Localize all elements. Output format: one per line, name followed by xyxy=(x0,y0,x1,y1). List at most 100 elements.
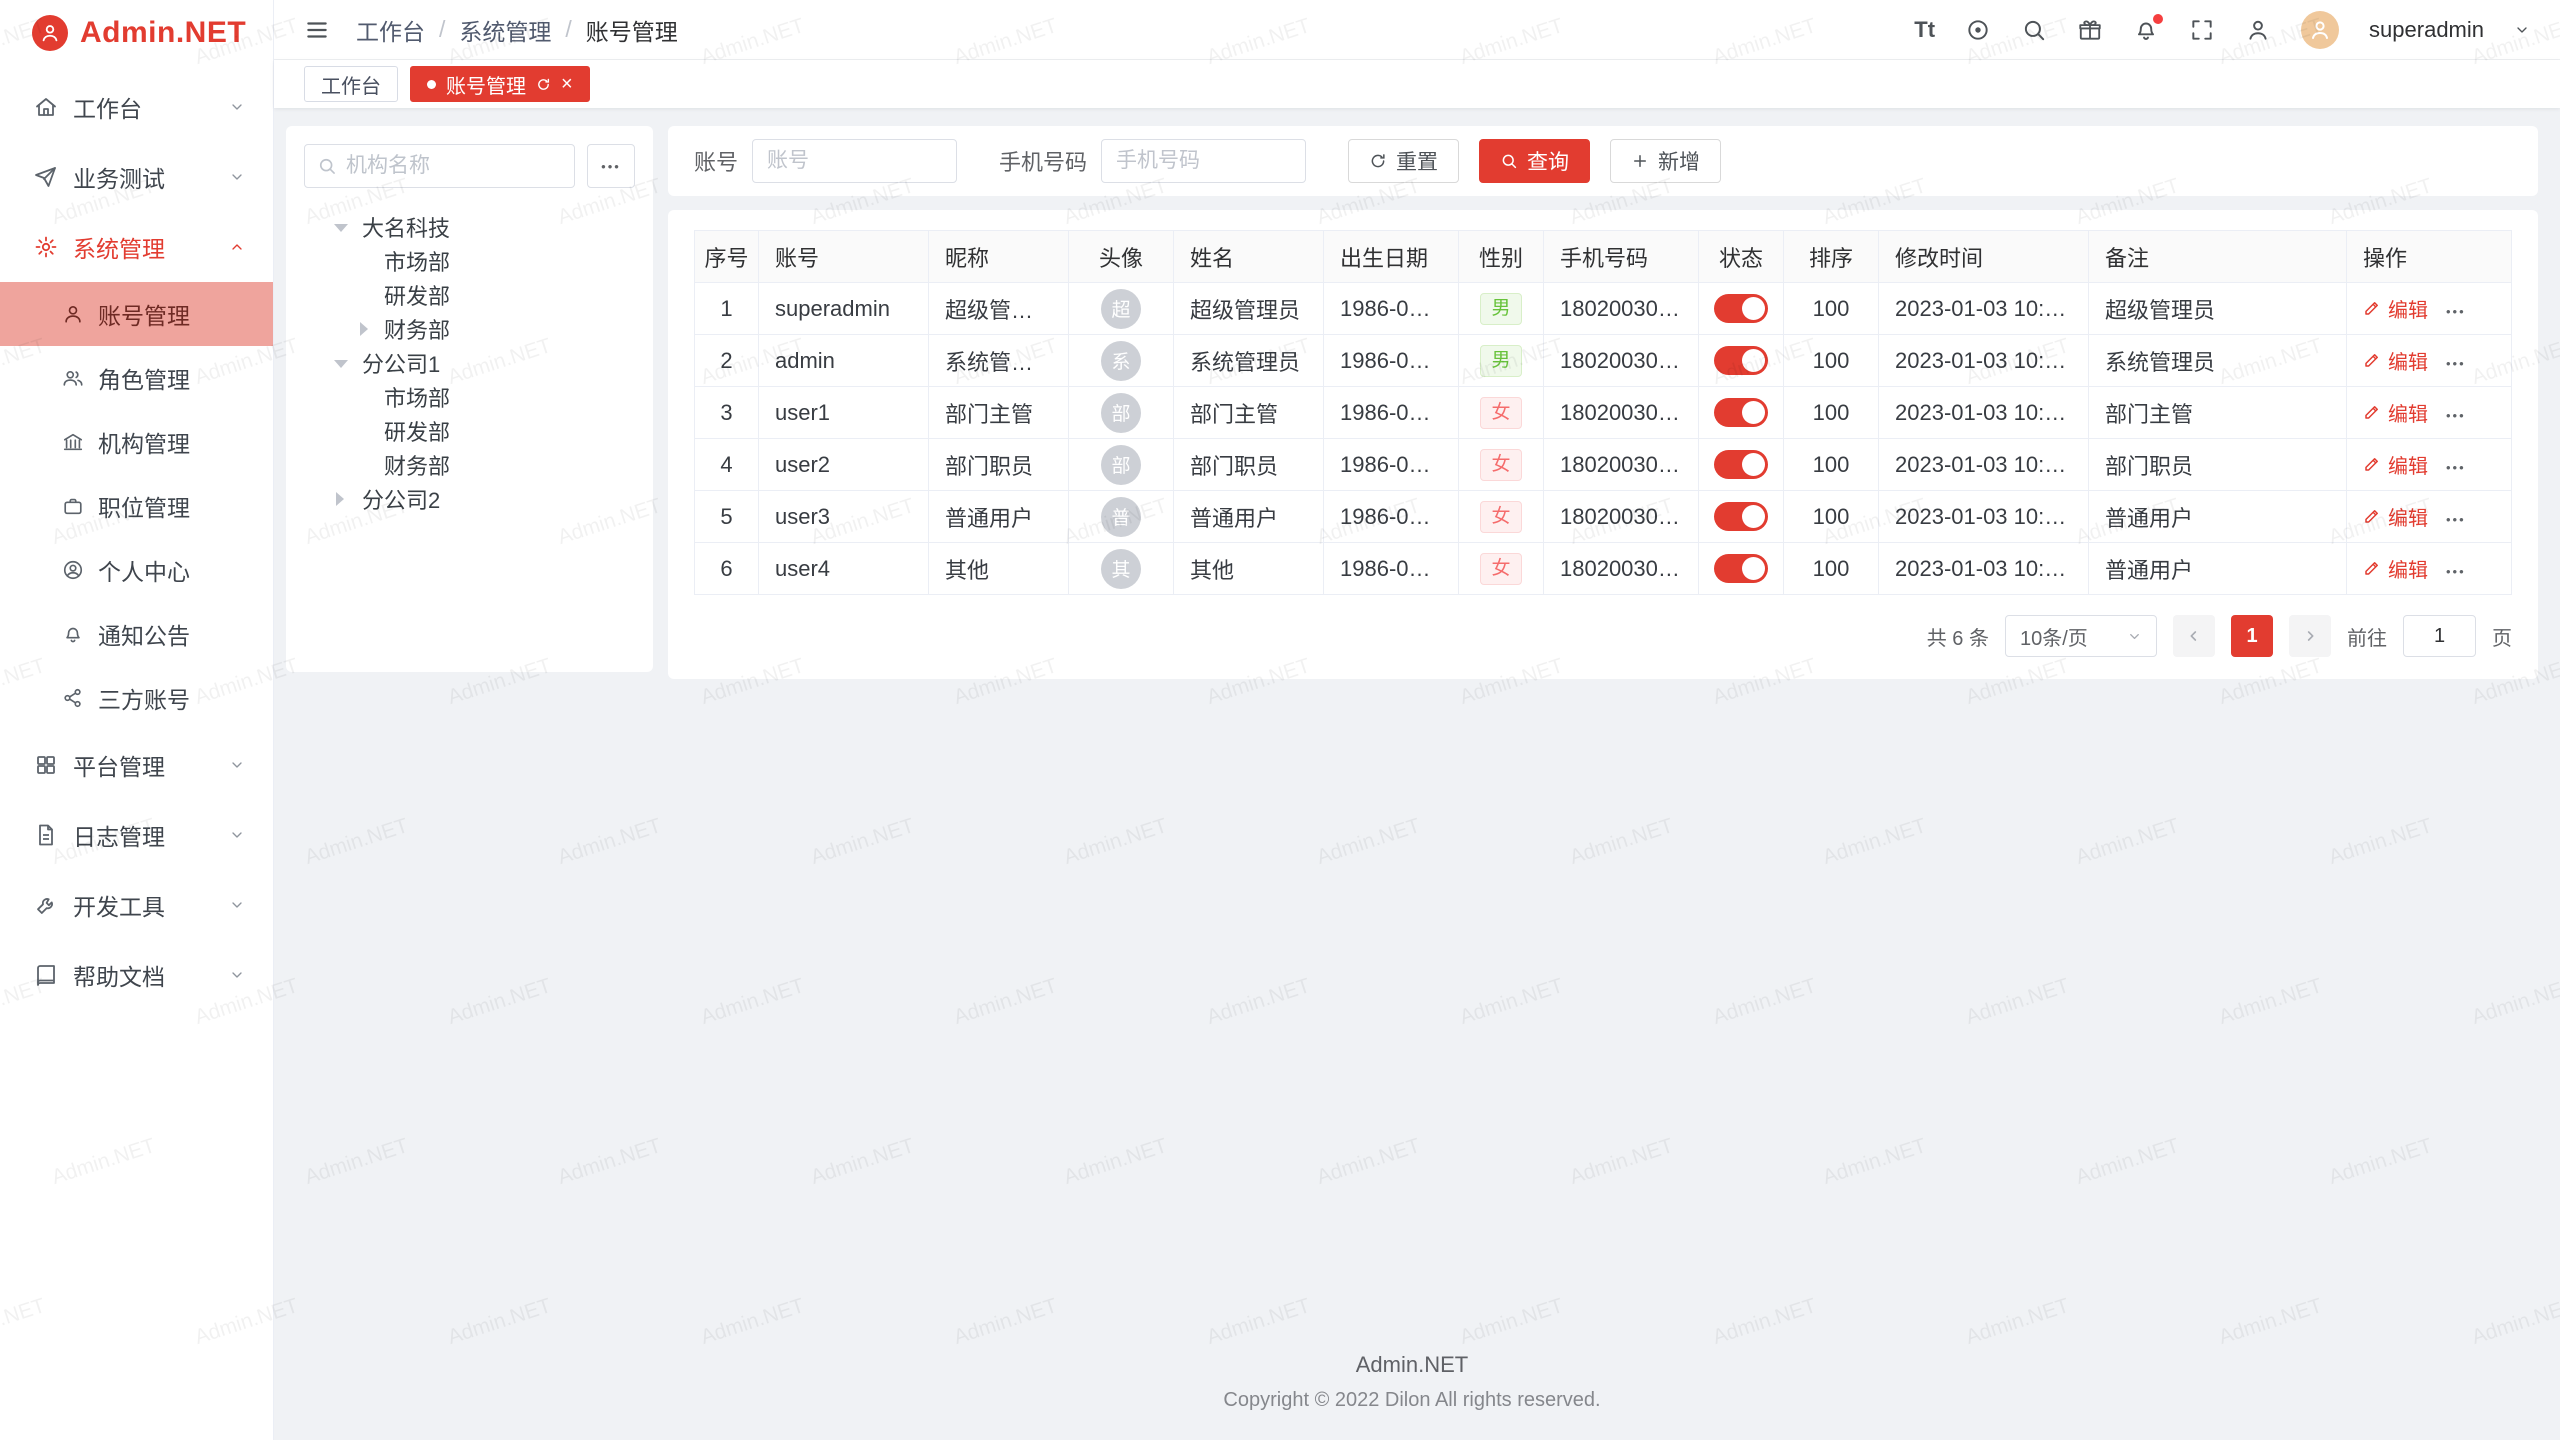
caret-right-icon[interactable] xyxy=(336,492,344,506)
sidebar-item-business-test[interactable]: 业务测试 xyxy=(0,142,273,212)
page-size-value: 10条/页 xyxy=(2020,622,2088,651)
locate-icon[interactable] xyxy=(1965,17,1991,43)
user-avatar[interactable] xyxy=(2301,11,2339,49)
table-row: 3user1部门主管部部门主管1986-06-28女18020030720100… xyxy=(695,387,2512,439)
notification-bell-icon[interactable] xyxy=(2133,17,2159,43)
row-more-button[interactable]: ••• xyxy=(2446,304,2466,319)
column-header-index: 序号 xyxy=(695,231,759,283)
edit-button[interactable]: 编辑 xyxy=(2363,294,2428,323)
sidebar-item-system-mgmt[interactable]: 系统管理 xyxy=(0,212,273,282)
column-header-name: 姓名 xyxy=(1174,231,1324,283)
theme-gift-icon[interactable] xyxy=(2077,17,2103,43)
sidebar-item-platform-mgmt[interactable]: 平台管理 xyxy=(0,730,273,800)
caret-down-icon[interactable] xyxy=(334,360,348,368)
sidebar-subitem-third-party-account[interactable]: 三方账号 xyxy=(0,666,273,730)
tree-node[interactable]: 市场部 xyxy=(304,380,635,414)
tree-node[interactable]: 研发部 xyxy=(304,414,635,448)
sidebar-subitem-profile-center[interactable]: 个人中心 xyxy=(0,538,273,602)
tree-node[interactable]: 研发部 xyxy=(304,278,635,312)
row-more-button[interactable]: ••• xyxy=(2446,564,2466,579)
edit-button[interactable]: 编辑 xyxy=(2363,450,2428,479)
row-more-button[interactable]: ••• xyxy=(2446,356,2466,371)
font-size-icon[interactable]: Tt xyxy=(1914,17,1935,43)
user-info-icon[interactable] xyxy=(2245,17,2271,43)
sidebar-item-workbench[interactable]: 工作台 xyxy=(0,72,273,142)
search-button[interactable]: 查询 xyxy=(1479,139,1590,183)
sidebar-subitem-role-mgmt[interactable]: 角色管理 xyxy=(0,346,273,410)
row-more-button[interactable]: ••• xyxy=(2446,408,2466,423)
reset-button[interactable]: 重置 xyxy=(1348,139,1459,183)
sidebar-item-log-mgmt[interactable]: 日志管理 xyxy=(0,800,273,870)
bell-icon xyxy=(62,623,84,645)
page-number-button[interactable]: 1 xyxy=(2231,615,2273,657)
sidebar-item-help-docs[interactable]: 帮助文档 xyxy=(0,940,273,1010)
org-more-button[interactable]: ••• xyxy=(587,144,635,188)
status-toggle[interactable] xyxy=(1714,450,1768,479)
table-row: 4user2部门职员部部门职员1986-06-28女18020030720100… xyxy=(695,439,2512,491)
tree-node-label: 市场部 xyxy=(384,245,450,277)
row-more-button[interactable]: ••• xyxy=(2446,460,2466,475)
edit-button[interactable]: 编辑 xyxy=(2363,398,2428,427)
cell-order: 100 xyxy=(1784,283,1879,335)
sidebar-subitem-org-mgmt[interactable]: 机构管理 xyxy=(0,410,273,474)
status-toggle[interactable] xyxy=(1714,502,1768,531)
caret-right-icon[interactable] xyxy=(360,322,368,336)
breadcrumb-item-workbench[interactable]: 工作台 xyxy=(356,13,425,47)
tree-node[interactable]: 分公司1 xyxy=(304,346,635,380)
breadcrumb-item-system[interactable]: 系统管理 xyxy=(459,13,551,47)
tab-workbench[interactable]: 工作台 xyxy=(304,66,398,102)
edit-button[interactable]: 编辑 xyxy=(2363,554,2428,583)
refresh-icon[interactable] xyxy=(536,77,551,92)
org-search-input[interactable] xyxy=(346,154,562,178)
phone-input[interactable] xyxy=(1101,139,1306,183)
page-size-select[interactable]: 10条/页 xyxy=(2005,615,2157,657)
cell-status xyxy=(1699,439,1784,491)
sidebar-subitem-notice[interactable]: 通知公告 xyxy=(0,602,273,666)
status-toggle[interactable] xyxy=(1714,398,1768,427)
close-icon[interactable]: × xyxy=(561,74,573,94)
sidebar-subitem-label: 通知公告 xyxy=(98,617,190,651)
sidebar-subitem-account-mgmt[interactable]: 账号管理 xyxy=(0,282,273,346)
tab-account-mgmt[interactable]: 账号管理 × xyxy=(410,66,590,102)
goto-page-input[interactable] xyxy=(2403,615,2476,657)
edit-button[interactable]: 编辑 xyxy=(2363,502,2428,531)
add-button[interactable]: 新增 xyxy=(1610,139,1721,183)
tree-node[interactable]: 财务部 xyxy=(304,312,635,346)
sidebar-subitem-label: 三方账号 xyxy=(98,681,190,715)
tree-node[interactable]: 分公司2 xyxy=(304,482,635,516)
topbar: 工作台 / 系统管理 / 账号管理 Tt superadmin xyxy=(274,0,2560,60)
logo[interactable]: Admin.NET xyxy=(0,0,273,66)
username[interactable]: superadmin xyxy=(2369,17,2484,43)
caret-down-icon[interactable] xyxy=(334,224,348,232)
fullscreen-icon[interactable] xyxy=(2189,17,2215,43)
status-toggle[interactable] xyxy=(1714,294,1768,323)
table-header-row: 序号 账号 昵称 头像 姓名 出生日期 性别 手机号码 状态 排序 xyxy=(695,231,2512,283)
edit-button[interactable]: 编辑 xyxy=(2363,346,2428,375)
gender-badge: 女 xyxy=(1480,397,1521,429)
hamburger-menu-icon[interactable] xyxy=(304,17,330,43)
sidebar-subitem-position-mgmt[interactable]: 职位管理 xyxy=(0,474,273,538)
next-page-button[interactable] xyxy=(2289,615,2331,657)
sidebar-subitem-label: 账号管理 xyxy=(98,297,190,331)
cell-nickname: 系统管理员 xyxy=(929,335,1069,387)
cell-avatar: 超 xyxy=(1069,283,1174,335)
sidebar-item-label: 开发工具 xyxy=(73,888,165,922)
phone-label: 手机号码 xyxy=(999,145,1087,177)
cell-index: 4 xyxy=(695,439,759,491)
chevron-down-icon[interactable] xyxy=(2514,22,2530,38)
cell-account: admin xyxy=(759,335,929,387)
search-icon[interactable] xyxy=(2021,17,2047,43)
prev-page-button[interactable] xyxy=(2173,615,2215,657)
row-more-button[interactable]: ••• xyxy=(2446,512,2466,527)
home-icon xyxy=(34,95,58,119)
pagination: 共 6 条 10条/页 1 前往 页 xyxy=(694,615,2512,657)
tree-node[interactable]: 市场部 xyxy=(304,244,635,278)
cell-order: 100 xyxy=(1784,335,1879,387)
tree-node[interactable]: 大名科技 xyxy=(304,210,635,244)
status-toggle[interactable] xyxy=(1714,554,1768,583)
sidebar-item-dev-tools[interactable]: 开发工具 xyxy=(0,870,273,940)
tree-node-label: 分公司2 xyxy=(362,483,440,515)
tree-node[interactable]: 财务部 xyxy=(304,448,635,482)
account-input[interactable] xyxy=(752,139,957,183)
status-toggle[interactable] xyxy=(1714,346,1768,375)
